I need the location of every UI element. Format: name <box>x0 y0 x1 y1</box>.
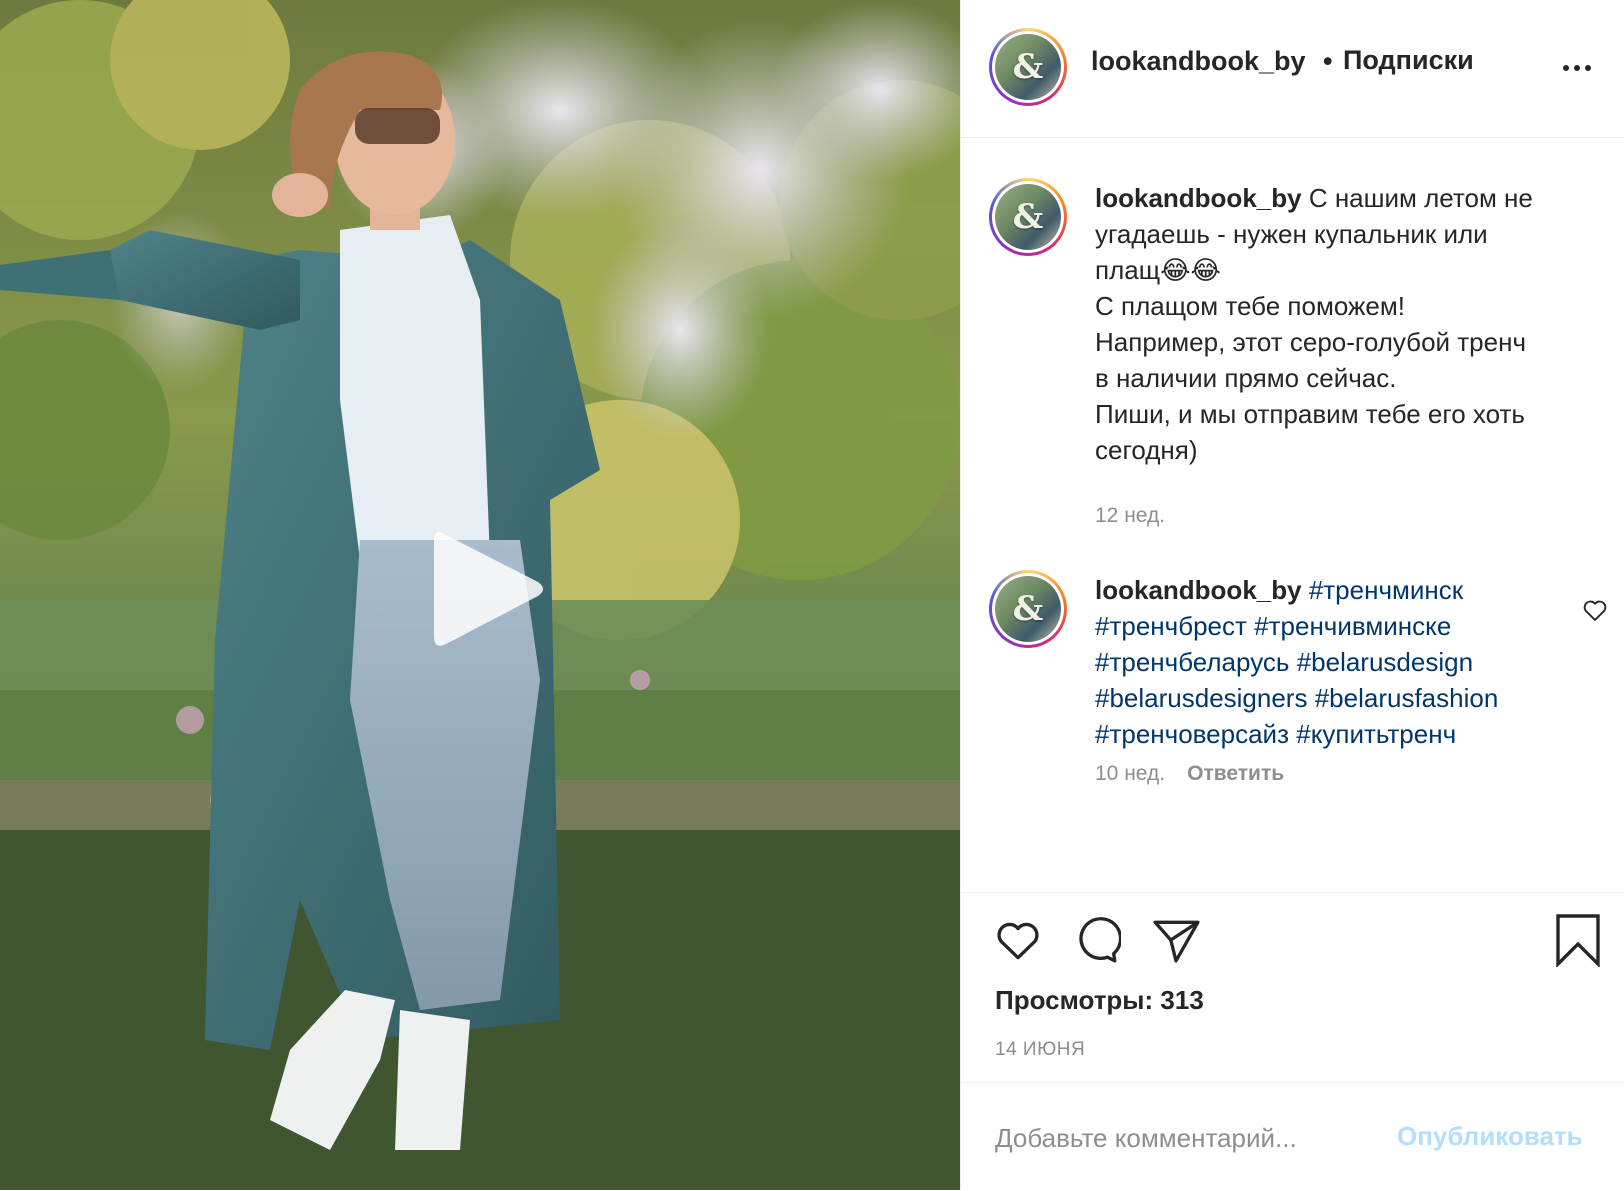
caption-text: lookandbook_by С нашим летом не угадаешь… <box>1095 180 1565 468</box>
post-actions: Просмотры: 313 14 ИЮНЯ <box>961 892 1624 1083</box>
hashtag-link[interactable]: #тренчбрест <box>1095 611 1247 641</box>
bookmark-icon <box>1556 914 1600 969</box>
more-options-button[interactable] <box>1557 56 1597 80</box>
hashtag-text: lookandbook_by #тренчминск #тренчбрест #… <box>1095 572 1555 752</box>
comment-icon <box>1079 917 1123 963</box>
author-username-link[interactable]: lookandbook_by <box>1091 46 1306 77</box>
caption-line: Например, этот серо-голубой тренч <box>1095 327 1527 357</box>
avatar-glyph: & <box>1012 47 1044 87</box>
hashtag-link[interactable]: #belarusdesign <box>1297 647 1473 677</box>
hashtag-link[interactable]: #купитьтренч <box>1296 719 1456 749</box>
hashtag-link[interactable]: #belarusdesigners <box>1095 683 1307 713</box>
hashtag-link[interactable]: #тренчминск <box>1309 575 1463 605</box>
comment-button[interactable] <box>1071 915 1123 970</box>
comment-avatar[interactable]: & <box>989 570 1067 648</box>
hashtag-link[interactable]: #тренчбеларусь <box>1095 647 1289 677</box>
comment-avatar[interactable]: & <box>989 178 1067 256</box>
share-button[interactable] <box>1151 915 1201 970</box>
heart-icon <box>997 922 1039 960</box>
comment-username[interactable]: lookandbook_by <box>1095 575 1302 605</box>
publish-button[interactable]: Опубликовать <box>1397 1121 1583 1152</box>
comment-age[interactable]: 12 нед. <box>1095 504 1165 527</box>
author-avatar[interactable]: & <box>989 28 1067 106</box>
caption-line: Пиши, и мы отправим тебе его хоть <box>1095 399 1525 429</box>
like-button[interactable] <box>993 915 1043 970</box>
caption-line: плащ😂😂 <box>1095 255 1221 285</box>
post-side-panel: & lookandbook_by • Подписки & lookandboo… <box>960 0 1624 1190</box>
hashtag-link[interactable]: #belarusfashion <box>1315 683 1499 713</box>
paper-plane-icon <box>1153 920 1200 963</box>
views-count[interactable]: Просмотры: 313 <box>995 985 1204 1016</box>
avatar-glyph: & <box>1012 589 1044 629</box>
hashtag-link[interactable]: #тренчоверсайз <box>1095 719 1289 749</box>
post-header: & lookandbook_by • Подписки <box>961 0 1624 138</box>
caption-line: в наличии прямо сейчас. <box>1095 363 1397 393</box>
caption-line: угадаешь - нужен купальник или <box>1095 219 1488 249</box>
ellipsis-icon <box>1563 65 1591 71</box>
comment-meta: 10 нед. Ответить <box>1095 762 1284 786</box>
caption-line: С плащом тебе поможем! <box>1095 291 1405 321</box>
comment-input[interactable] <box>993 1117 1387 1159</box>
play-icon <box>434 532 543 646</box>
comment-username[interactable]: lookandbook_by <box>1095 183 1302 213</box>
heart-icon <box>1583 600 1607 621</box>
caption-line: сегодня) <box>1095 435 1198 465</box>
comment-age[interactable]: 10 нед. <box>1095 762 1165 785</box>
play-button[interactable] <box>426 524 550 654</box>
reply-button[interactable]: Ответить <box>1187 762 1284 785</box>
separator-dot: • <box>1323 46 1333 76</box>
following-button[interactable]: Подписки <box>1343 45 1474 76</box>
post-media[interactable] <box>0 0 960 1190</box>
post-date[interactable]: 14 ИЮНЯ <box>995 1039 1085 1061</box>
caption-line: С нашим летом не <box>1308 183 1533 213</box>
hashtag-link[interactable]: #тренчивминске <box>1254 611 1451 641</box>
save-button[interactable] <box>1555 913 1601 972</box>
comment-meta: 12 нед. <box>1095 504 1165 528</box>
comment-like-button[interactable] <box>1581 596 1609 624</box>
avatar-glyph: & <box>1012 197 1044 237</box>
add-comment-bar: Опубликовать <box>961 1082 1624 1191</box>
